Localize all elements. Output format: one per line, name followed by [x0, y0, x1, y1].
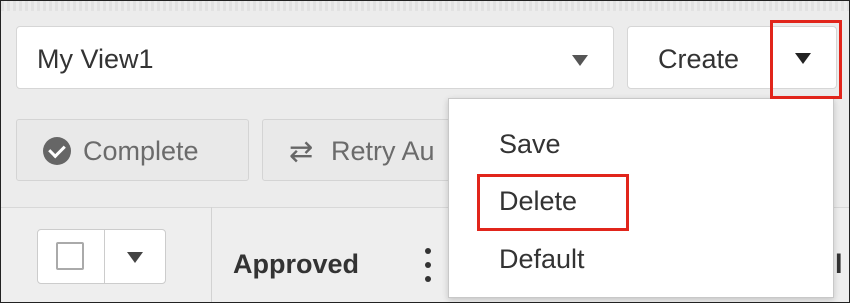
menu-item-default[interactable]: Default	[499, 244, 585, 275]
menu-item-save[interactable]: Save	[499, 129, 561, 160]
column-header-approved[interactable]: Approved	[233, 249, 359, 280]
app-frame: My View1 Create Complete ⇄ Retry Au Appr…	[0, 0, 850, 303]
complete-button-label: Complete	[83, 136, 199, 166]
select-all-checkbox[interactable]	[56, 242, 84, 270]
select-all-control[interactable]	[37, 229, 166, 284]
complete-button[interactable]: Complete	[16, 119, 249, 181]
chevron-down-icon[interactable]	[127, 252, 143, 263]
column-divider	[211, 207, 212, 302]
select-all-separator	[104, 230, 105, 283]
view-selector-value: My View1	[37, 44, 154, 74]
retry-button[interactable]: ⇄ Retry Au	[262, 119, 452, 181]
highlight-delete-item	[477, 174, 629, 231]
retry-button-label: Retry Au	[331, 136, 435, 166]
highlight-create-toggle	[770, 20, 842, 99]
kebab-icon[interactable]	[425, 248, 431, 282]
top-strip	[1, 1, 849, 11]
create-button[interactable]: Create	[658, 44, 739, 75]
check-circle-icon	[43, 137, 71, 165]
view-selector[interactable]: My View1	[16, 26, 614, 89]
chevron-down-icon	[572, 55, 588, 66]
retry-icon: ⇄	[289, 134, 314, 168]
